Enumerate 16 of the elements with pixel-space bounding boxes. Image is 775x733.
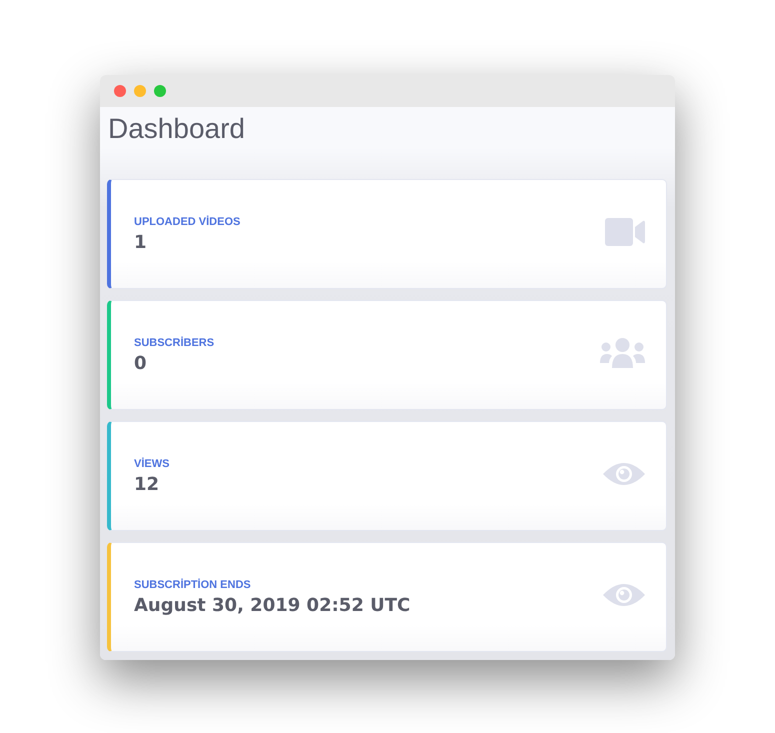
eye-icon bbox=[603, 460, 645, 488]
users-icon bbox=[600, 337, 645, 369]
minimize-button[interactable] bbox=[134, 85, 146, 97]
video-camera-icon bbox=[605, 218, 645, 246]
eye-icon bbox=[603, 581, 645, 609]
stat-label: SUBSCRİPTİON ENDS bbox=[134, 578, 252, 590]
stat-label: VİEWS bbox=[134, 458, 170, 470]
stat-value: 12 bbox=[134, 474, 160, 494]
maximize-button[interactable] bbox=[154, 85, 166, 97]
stat-value: 0 bbox=[134, 352, 148, 374]
stat-label: UPLOADED VİDEOS bbox=[134, 216, 240, 228]
page-title: Dashboard bbox=[108, 113, 246, 145]
stat-value: 1 bbox=[134, 232, 148, 252]
stat-label: SUBSCRİBERS bbox=[134, 336, 214, 348]
stat-value: August 30, 2019 02:52 UTC bbox=[134, 594, 410, 616]
close-button[interactable] bbox=[114, 85, 126, 97]
